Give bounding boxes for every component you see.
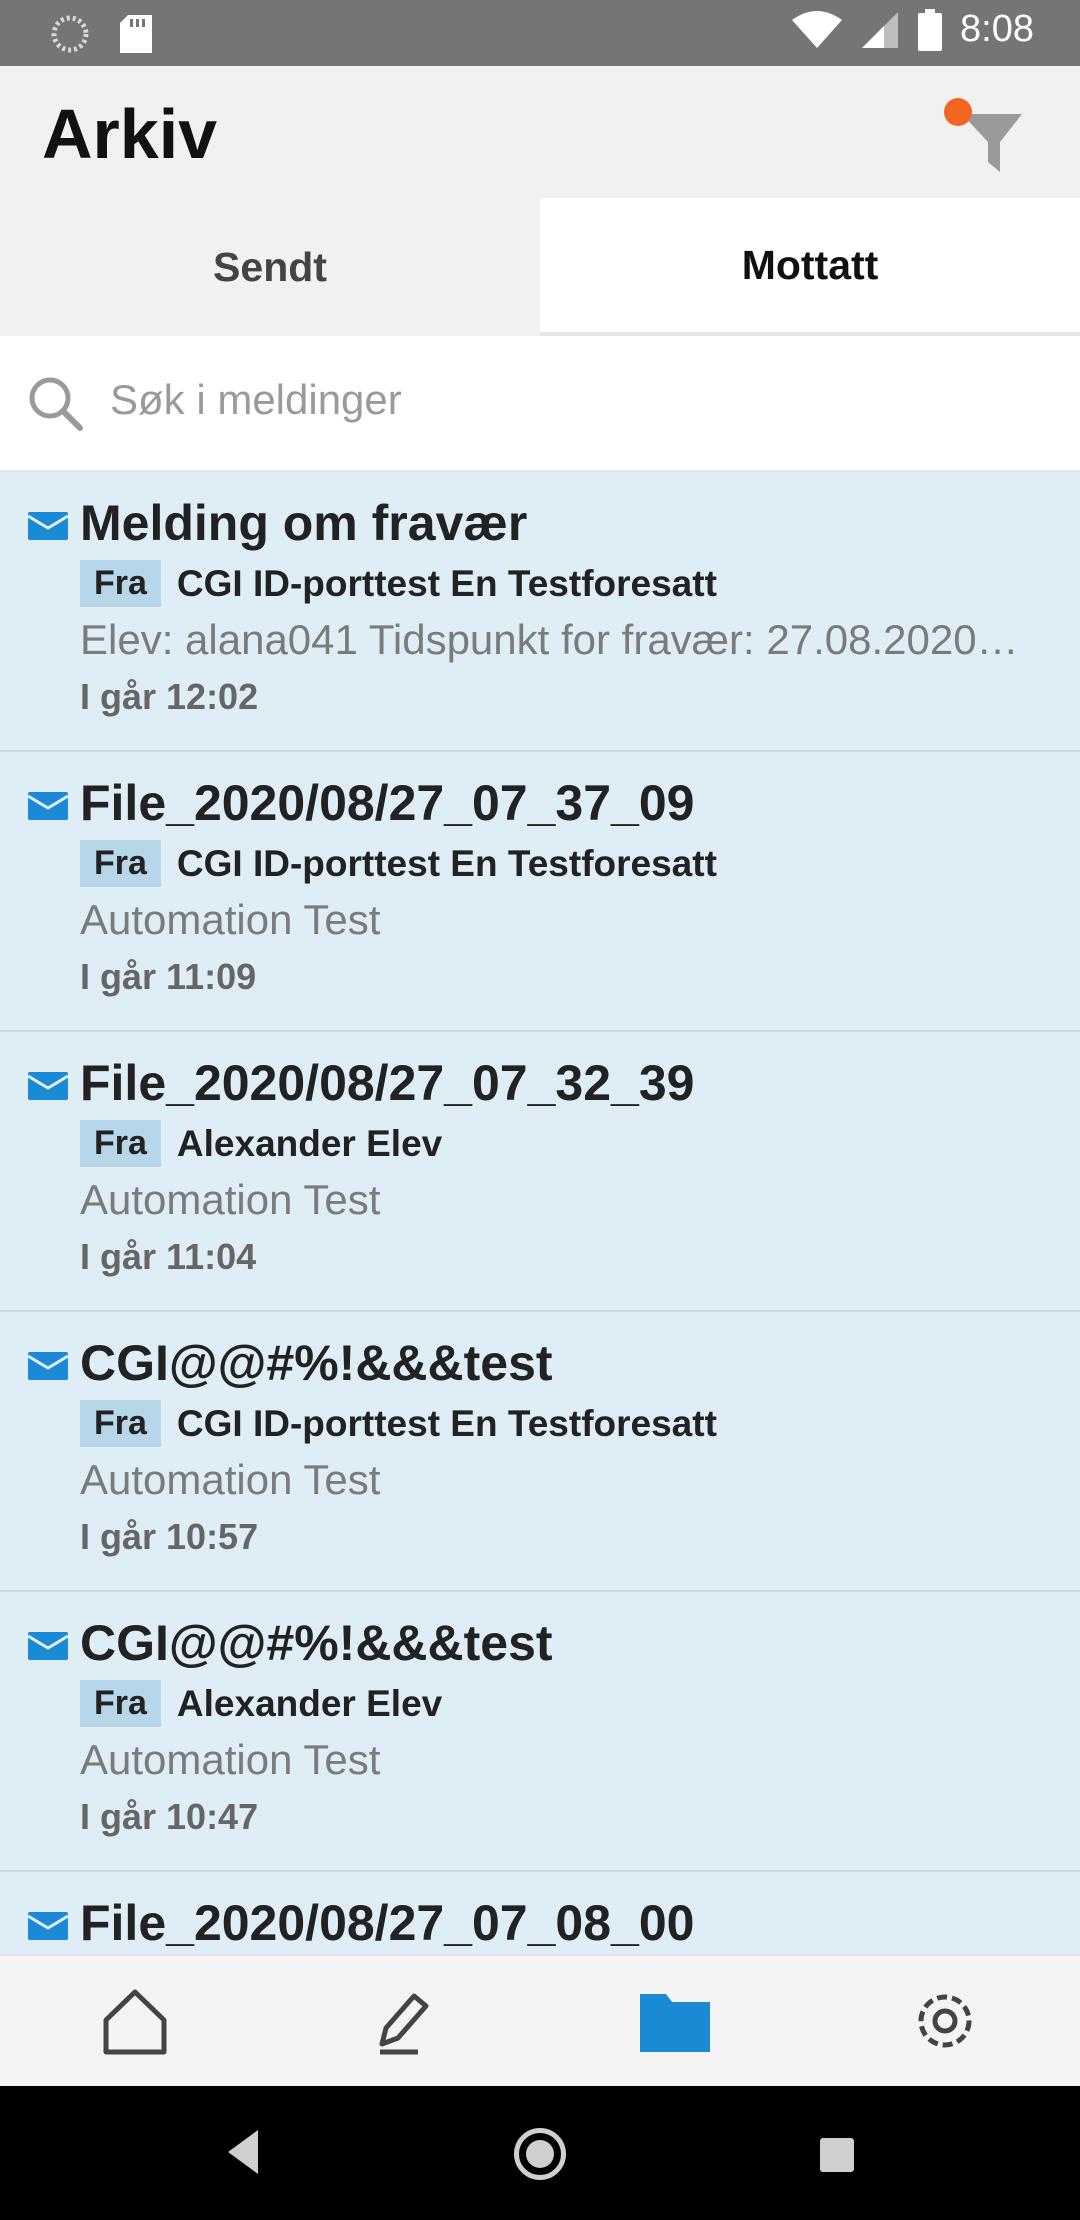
envelope-icon: [28, 1632, 68, 1660]
folder-icon: [640, 1994, 710, 2052]
message-sender: CGI ID-porttest En Testforesatt: [176, 1402, 717, 1444]
message-item[interactable]: File_2020/08/27_07_08_00: [0, 1872, 1080, 1954]
sync-icon: [51, 15, 89, 53]
sd-card-icon: [120, 15, 152, 53]
message-from: Fra CGI ID-porttest En Testforesatt: [80, 840, 717, 887]
search-input[interactable]: Søk i meldinger: [110, 376, 402, 424]
app-bar: Arkiv: [0, 66, 1080, 198]
home-button[interactable]: [514, 2128, 566, 2180]
from-label: Fra: [80, 560, 161, 607]
tab-sendt[interactable]: Sendt: [0, 198, 540, 336]
message-item[interactable]: CGI@@#%!&&&test Fra CGI ID-porttest En T…: [0, 1312, 1080, 1592]
search-bar[interactable]: Søk i meldinger: [0, 336, 1080, 472]
clock: 8:08: [960, 8, 1034, 50]
from-label: Fra: [80, 1120, 161, 1167]
message-time: I går 10:57: [80, 1516, 259, 1557]
envelope-icon: [28, 512, 68, 540]
recents-button[interactable]: [820, 2138, 854, 2172]
battery-icon: [918, 8, 943, 51]
message-time: I går 10:47: [80, 1796, 259, 1837]
bottom-nav: [0, 1954, 1080, 2086]
envelope-icon: [28, 1352, 68, 1380]
status-bar: 8:08: [0, 0, 1080, 66]
message-subject: CGI@@#%!&&&test: [80, 1615, 553, 1671]
page-title: Arkiv: [42, 95, 218, 173]
envelope-icon: [28, 792, 68, 820]
message-subject: File_2020/08/27_07_08_00: [80, 1895, 695, 1951]
envelope-icon: [28, 1072, 68, 1100]
message-time: I går 12:02: [80, 676, 259, 717]
tab-bar: Sendt Mottatt: [0, 198, 1080, 336]
message-from: Fra Alexander Elev: [80, 1680, 442, 1727]
from-label: Fra: [80, 1680, 161, 1727]
envelope-icon: [28, 1912, 68, 1940]
message-subject: File_2020/08/27_07_32_39: [80, 1055, 695, 1111]
message-subject: File_2020/08/27_07_37_09: [80, 775, 695, 831]
message-preview: Automation Test: [80, 896, 381, 943]
settings-icon: [918, 1994, 972, 2048]
wifi-icon: [792, 10, 843, 48]
nav-compose[interactable]: [270, 1956, 540, 2086]
cell-signal-icon: [862, 11, 899, 48]
message-time: I går 11:04: [80, 1236, 257, 1277]
from-label: Fra: [80, 840, 161, 887]
message-item[interactable]: Melding om fravær Fra CGI ID-porttest En…: [0, 472, 1080, 752]
message-sender: Alexander Elev: [176, 1682, 443, 1724]
message-subject: CGI@@#%!&&&test: [80, 1335, 553, 1391]
message-preview: Elev: alana041 Tidspunkt for fravær: 27.…: [80, 616, 1019, 663]
message-subject: Melding om fravær: [80, 495, 528, 551]
nav-home[interactable]: [0, 1956, 270, 2086]
back-icon[interactable]: [222, 2126, 262, 2178]
filter-active-badge: [944, 98, 972, 126]
compose-icon: [379, 1993, 429, 2055]
from-label: Fra: [80, 1400, 161, 1447]
home-icon: [103, 1989, 167, 2055]
system-nav-bar: [0, 2086, 1080, 2220]
message-item[interactable]: File_2020/08/27_07_32_39 Fra Alexander E…: [0, 1032, 1080, 1312]
message-sender: CGI ID-porttest En Testforesatt: [176, 842, 717, 884]
message-sender: Alexander Elev: [176, 1122, 443, 1164]
message-from: Fra CGI ID-porttest En Testforesatt: [80, 1400, 717, 1447]
message-item[interactable]: CGI@@#%!&&&test Fra Alexander Elev Autom…: [0, 1592, 1080, 1872]
nav-archive[interactable]: [540, 1956, 810, 2086]
message-preview: Automation Test: [80, 1176, 381, 1223]
message-preview: Automation Test: [80, 1736, 381, 1783]
nav-settings[interactable]: [810, 1956, 1080, 2086]
message-item[interactable]: File_2020/08/27_07_37_09 Fra CGI ID-port…: [0, 752, 1080, 1032]
filter-button[interactable]: [944, 84, 1044, 184]
message-list: Melding om fravær Fra CGI ID-porttest En…: [0, 472, 1080, 1954]
message-preview: Automation Test: [80, 1456, 381, 1503]
message-sender: CGI ID-porttest En Testforesatt: [176, 562, 717, 604]
message-time: I går 11:09: [80, 956, 257, 997]
message-from: Fra CGI ID-porttest En Testforesatt: [80, 560, 717, 607]
message-from: Fra Alexander Elev: [80, 1120, 442, 1167]
tab-mottatt[interactable]: Mottatt: [540, 198, 1080, 336]
search-icon: [29, 377, 83, 431]
